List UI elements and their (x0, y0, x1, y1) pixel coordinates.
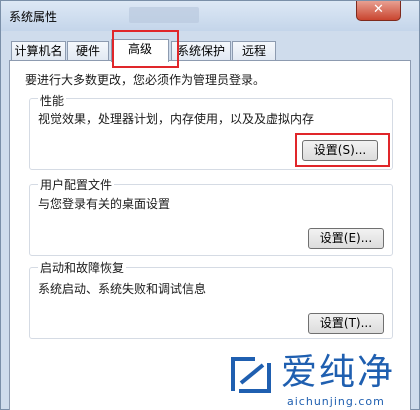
performance-settings-button[interactable]: 设置(S)... (302, 140, 378, 161)
startup-recovery-title: 启动和故障恢复 (38, 259, 127, 276)
user-profiles-desc: 与您登录有关的桌面设置 (38, 197, 171, 211)
performance-desc: 视觉效果，处理器计划，内存使用，以及及虚拟内存 (38, 112, 315, 126)
watermark-logo: 爱纯净 aichunjing.com (229, 353, 420, 410)
window-title: 系统属性 (9, 10, 58, 24)
user-profiles-settings-button[interactable]: 设置(E)... (308, 228, 384, 249)
brand-logo-icon (231, 357, 271, 393)
tab-strip: 计算机名 硬件 高级 系统保护 远程 (11, 39, 411, 62)
system-properties-window: 系统属性 ✕ 计算机名 硬件 高级 系统保护 远程 要进行大多数更改，您必须作为… (0, 0, 420, 410)
brand-url: aichunjing.com (287, 395, 385, 408)
startup-recovery-group: 启动和故障恢复 系统启动、系统失败和调试信息 设置(T)... (29, 259, 393, 339)
tab-remote[interactable]: 远程 (232, 41, 276, 61)
startup-recovery-desc: 系统启动、系统失败和调试信息 (38, 282, 207, 296)
tab-system-protection[interactable]: 系统保护 (171, 41, 231, 61)
admin-notice: 要进行大多数更改，您必须作为管理员登录。 (25, 73, 266, 87)
performance-group: 性能 视觉效果，处理器计划，内存使用，以及及虚拟内存 设置(S)... (29, 92, 393, 170)
user-profiles-group: 用户配置文件 与您登录有关的桌面设置 设置(E)... (29, 176, 393, 256)
tab-hardware[interactable]: 硬件 (67, 41, 109, 61)
tab-computer-name[interactable]: 计算机名 (11, 41, 66, 61)
brand-name: 爱纯净 (281, 352, 396, 393)
tab-advanced[interactable]: 高级 (111, 39, 169, 62)
performance-title: 性能 (38, 92, 67, 109)
background-window-title (129, 7, 199, 23)
close-button[interactable]: ✕ (356, 1, 401, 21)
title-bar[interactable]: 系统属性 ✕ (1, 1, 419, 31)
startup-recovery-settings-button[interactable]: 设置(T)... (308, 313, 384, 334)
user-profiles-title: 用户配置文件 (38, 176, 115, 193)
